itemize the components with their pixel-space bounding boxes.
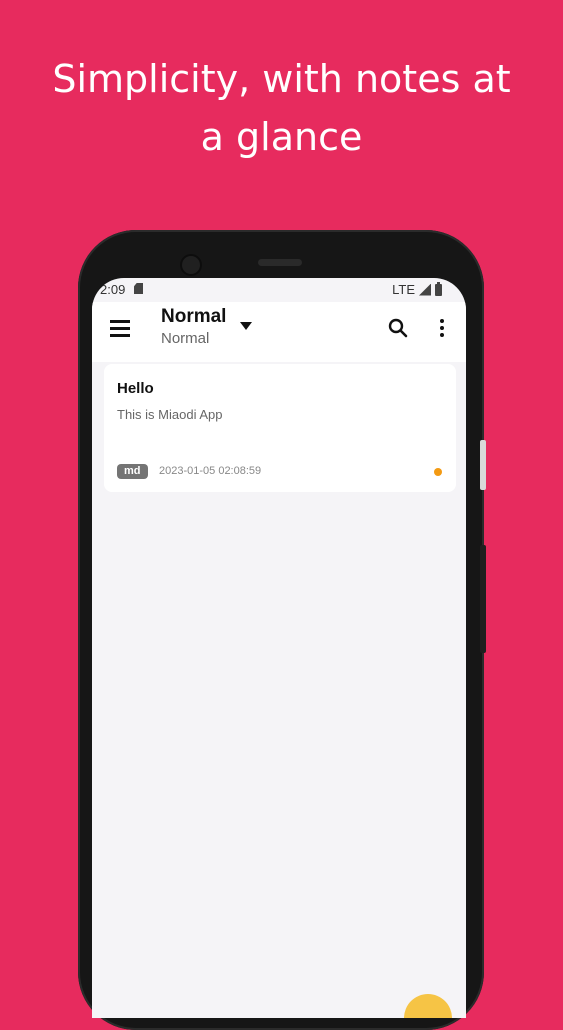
status-dot — [434, 468, 442, 476]
format-badge: md — [117, 464, 148, 479]
earpiece-speaker — [258, 259, 302, 266]
page-subtitle: Normal — [161, 330, 210, 347]
phone-screen: 2:09 LTE Normal Normal Hello This is Mia… — [92, 278, 466, 1018]
page-title: Normal — [161, 306, 227, 327]
note-timestamp: 2023-01-05 02:08:59 — [159, 465, 262, 477]
notebook-selector[interactable]: Normal Normal — [161, 306, 226, 347]
signal-icon — [419, 283, 431, 296]
add-note-button[interactable] — [404, 994, 452, 1018]
more-vert-icon[interactable] — [439, 319, 445, 339]
note-card[interactable]: Hello This is Miaodi App md 2023-01-05 0… — [104, 364, 456, 492]
note-title: Hello — [117, 380, 154, 397]
phone-volume-button — [480, 545, 486, 653]
search-icon[interactable] — [388, 318, 408, 338]
status-bar: 2:09 LTE — [92, 278, 466, 302]
status-indicators: LTE — [392, 281, 442, 297]
status-time: 2:09 — [100, 282, 126, 297]
front-camera — [182, 256, 200, 274]
phone-power-button — [480, 440, 486, 490]
battery-icon — [435, 281, 442, 296]
sd-card-icon — [134, 283, 143, 294]
promo-headline: Simplicity, with notes at a glance — [0, 50, 563, 166]
menu-icon[interactable] — [110, 320, 130, 340]
headline-line-2: a glance — [200, 115, 363, 159]
headline-line-1: Simplicity, with notes at — [52, 57, 511, 101]
network-type: LTE — [392, 282, 415, 297]
chevron-down-icon[interactable] — [240, 322, 252, 330]
app-bar: Normal Normal — [92, 302, 466, 362]
note-preview: This is Miaodi App — [117, 407, 223, 422]
